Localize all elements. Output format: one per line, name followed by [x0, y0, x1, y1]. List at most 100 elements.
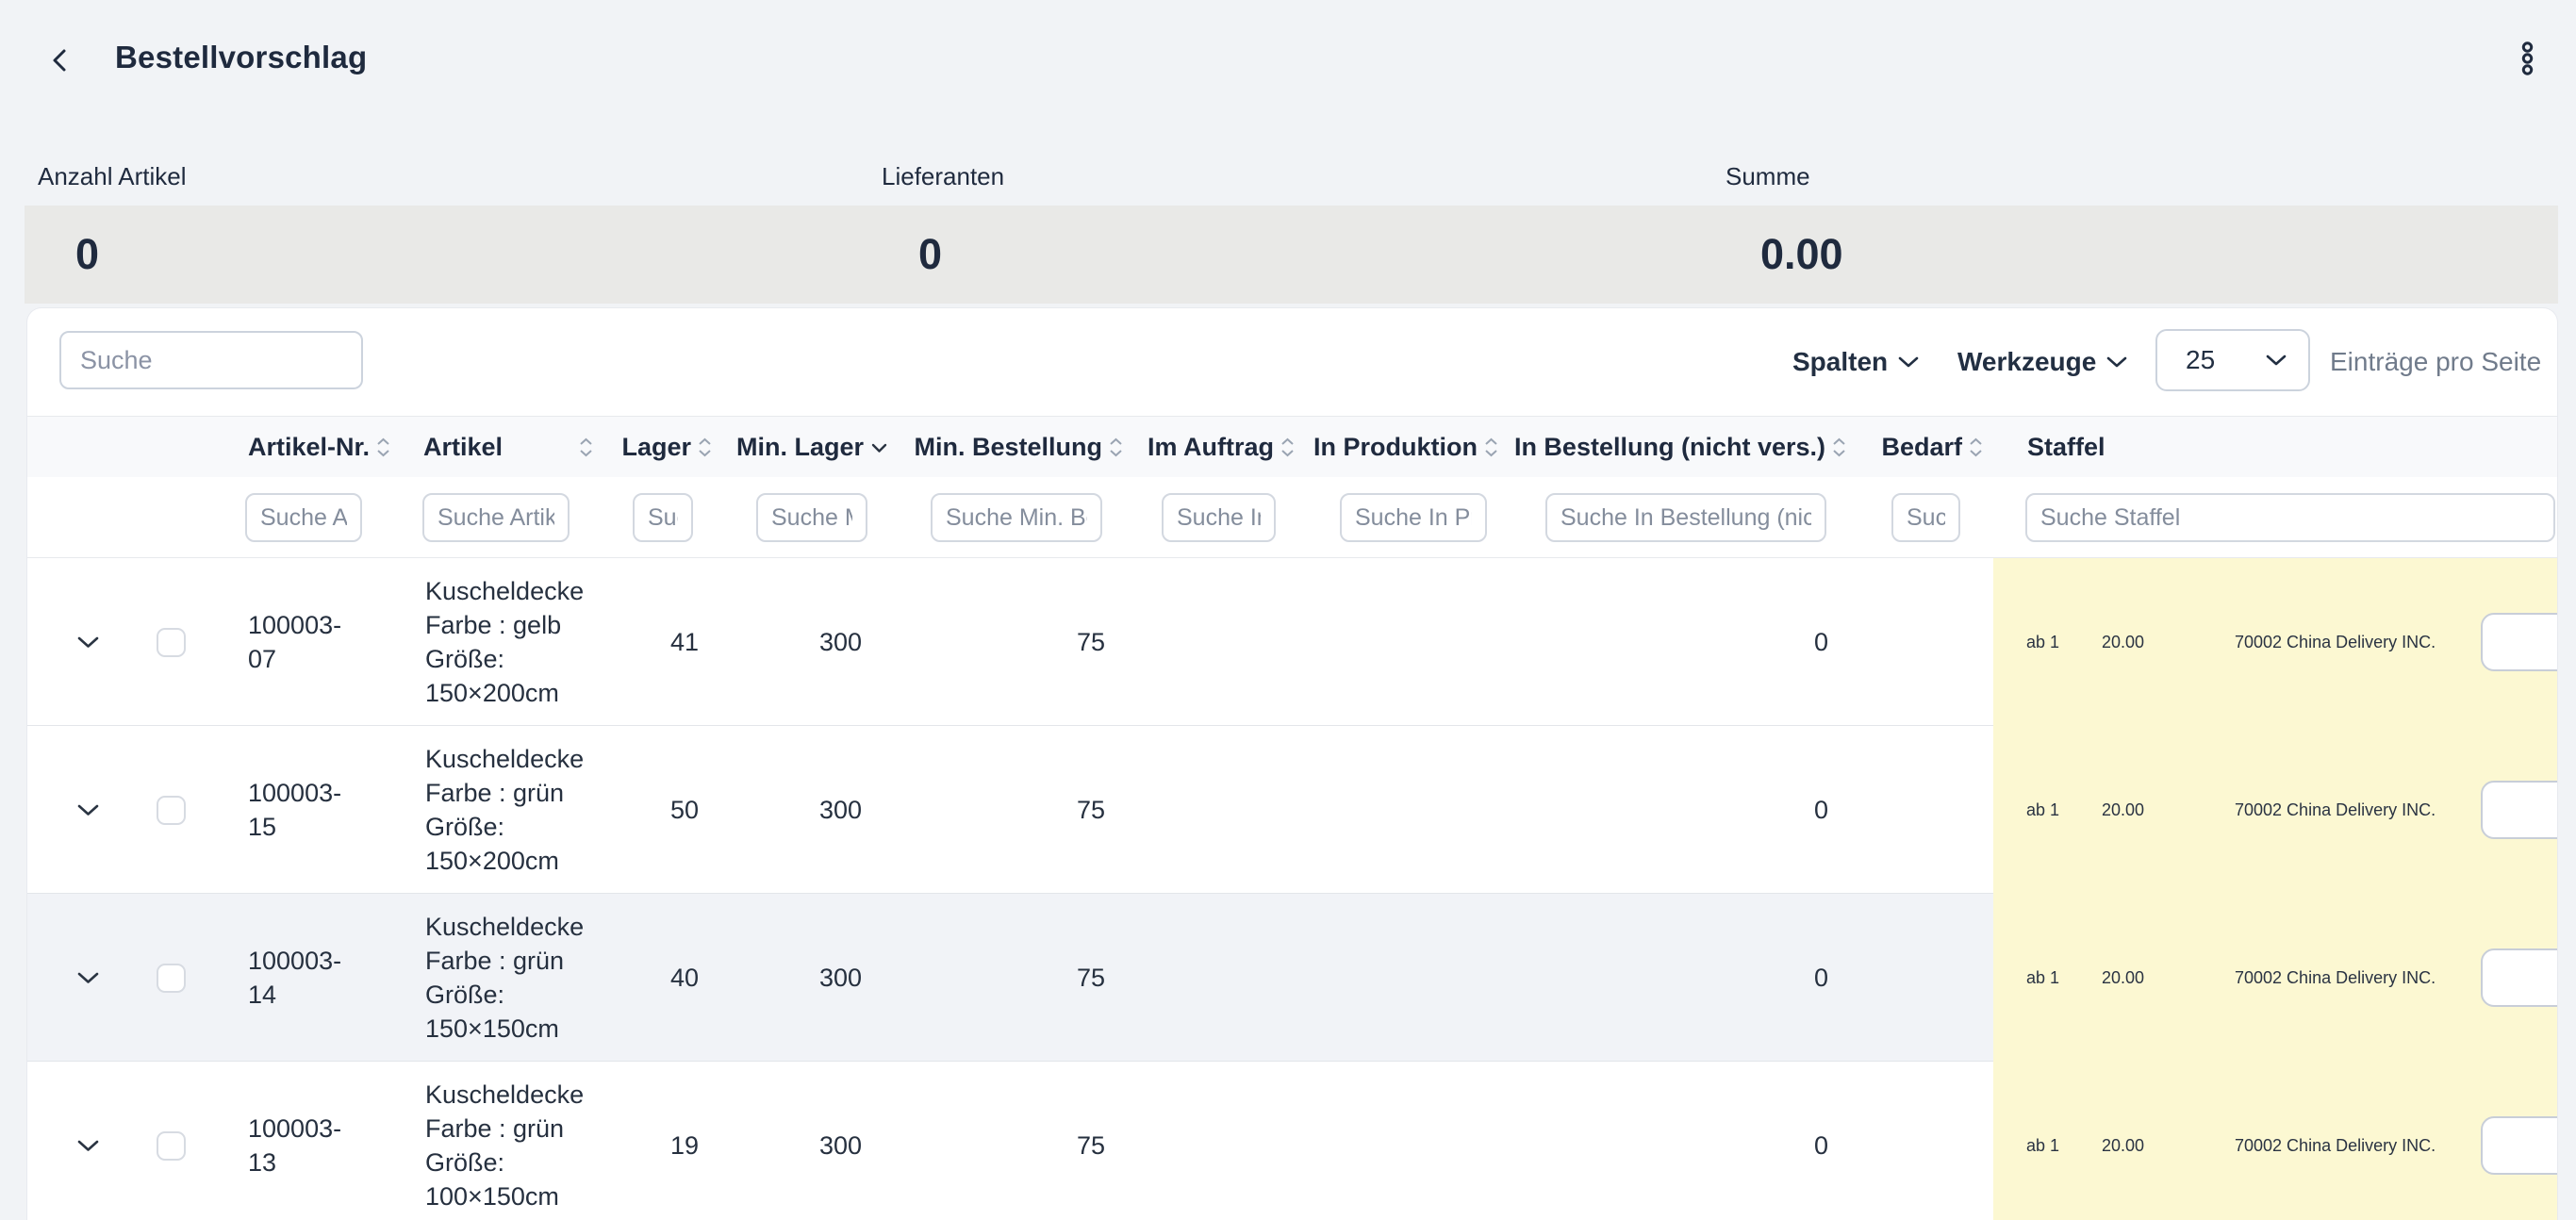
table-row: 100003-07 Kuscheldecke Farbe : gelb Größ…: [27, 558, 2557, 726]
entries-per-page-label: Einträge pro Seite: [2330, 308, 2541, 416]
row-checkbox[interactable]: [157, 964, 186, 993]
cell-in-produktion: [1347, 726, 1498, 894]
sort-icon: [1484, 437, 1498, 457]
column-header-min-bestellung[interactable]: Min. Bestellung: [887, 417, 1123, 478]
staffel-tier: ab 1: [2026, 726, 2059, 894]
cell-bedarf: [1875, 894, 1989, 1062]
sort-icon: [1969, 437, 1983, 457]
table-header-row: Artikel-Nr. Artikel Lager Min. Lager: [27, 416, 2557, 477]
column-header-im-auftrag[interactable]: Im Auftrag: [1106, 417, 1295, 478]
more-menu-button[interactable]: [2508, 40, 2546, 77]
cell-in-bestellung: 0: [1545, 558, 1828, 726]
table-row: 100003-14 Kuscheldecke Farbe : grün Größ…: [27, 894, 2557, 1062]
column-label: Bedarf: [1881, 433, 1962, 462]
table-filter-row: [27, 477, 2557, 558]
row-checkbox[interactable]: [157, 796, 186, 825]
filter-input-artikel-nr[interactable]: [245, 493, 362, 542]
page-size-select[interactable]: 25: [2155, 329, 2310, 391]
tools-dropdown-label: Werkzeuge: [1957, 347, 2096, 377]
stat-label-summe: Summe: [1726, 162, 1810, 191]
row-checkbox-cell: [157, 1062, 194, 1220]
filter-input-im-auftrag[interactable]: [1162, 493, 1276, 542]
column-header-in-bestellung[interactable]: In Bestellung (nicht vers.): [1516, 417, 1846, 478]
chevron-down-icon: [75, 802, 101, 817]
filter-input-staffel[interactable]: [2025, 493, 2555, 542]
staffel-supplier: 70002 China Delivery INC.: [2235, 726, 2436, 894]
kebab-menu-icon: [2519, 41, 2535, 76]
staffel-supplier: 70002 China Delivery INC.: [2235, 894, 2436, 1062]
staffel-price: 20.00: [2102, 1062, 2144, 1220]
cell-min-bestellung: 75: [916, 1062, 1105, 1220]
order-quantity-input[interactable]: [2481, 781, 2558, 839]
cell-in-bestellung: 0: [1545, 726, 1828, 894]
column-label: Staffel: [2027, 433, 2105, 462]
filter-input-min-lager[interactable]: [756, 493, 867, 542]
column-header-artikel[interactable]: Artikel: [423, 417, 593, 478]
column-header-artikel-nr[interactable]: Artikel-Nr.: [248, 417, 390, 478]
chevron-down-icon: [2265, 354, 2287, 367]
columns-dropdown-label: Spalten: [1792, 347, 1888, 377]
columns-dropdown[interactable]: Spalten: [1792, 308, 1920, 416]
page-title: Bestellvorschlag: [115, 40, 367, 75]
column-header-staffel: Staffel: [2027, 417, 2105, 478]
cell-in-produktion: [1347, 894, 1498, 1062]
cell-in-bestellung: 0: [1545, 1062, 1828, 1220]
row-checkbox-cell: [157, 894, 194, 1062]
staffel-supplier: 70002 China Delivery INC.: [2235, 558, 2436, 726]
top-bar: Bestellvorschlag: [0, 0, 2576, 119]
column-label: Min. Lager: [736, 433, 864, 462]
filter-input-lager[interactable]: [633, 493, 693, 542]
order-quantity-input[interactable]: [2481, 948, 2558, 1007]
column-label: Im Auftrag: [1148, 433, 1274, 462]
staffel-tier: ab 1: [2026, 894, 2059, 1062]
order-quantity-input[interactable]: [2481, 613, 2558, 671]
stat-value-anzahl-artikel: 0: [75, 206, 99, 304]
table-card: Spalten Werkzeuge 25 Einträge pro Seite …: [26, 307, 2558, 1220]
row-checkbox[interactable]: [157, 1131, 186, 1161]
column-header-bedarf[interactable]: Bedarf: [1841, 417, 1983, 478]
cell-min-lager: 300: [673, 894, 862, 1062]
cell-im-auftrag: [1149, 894, 1300, 1062]
row-expander-button[interactable]: [59, 726, 116, 894]
row-expander-button[interactable]: [59, 558, 116, 726]
filter-input-in-produktion[interactable]: [1340, 493, 1487, 542]
row-expander-button[interactable]: [59, 894, 116, 1062]
cell-im-auftrag: [1149, 726, 1300, 894]
row-expander-button[interactable]: [59, 1062, 116, 1220]
staffel-tier: ab 1: [2026, 558, 2059, 726]
table-toolbar: Spalten Werkzeuge 25 Einträge pro Seite: [27, 308, 2557, 416]
cell-min-bestellung: 75: [916, 558, 1105, 726]
back-button[interactable]: [41, 41, 79, 79]
search-input[interactable]: [59, 331, 363, 389]
cell-artikel-nr: 100003-15: [248, 726, 367, 894]
column-label: Min. Bestellung: [914, 433, 1102, 462]
cell-staffel: ab 1 20.00 70002 China Delivery INC.: [1993, 894, 2558, 1062]
cell-in-produktion: [1347, 558, 1498, 726]
table-row: 100003-13 Kuscheldecke Farbe : grün Größ…: [27, 1062, 2557, 1220]
stats-band: 0 0 0.00: [25, 206, 2558, 304]
column-header-lager[interactable]: Lager: [570, 417, 712, 478]
column-header-in-produktion[interactable]: In Produktion: [1281, 417, 1498, 478]
chevron-down-icon: [2105, 355, 2128, 369]
chevron-down-icon: [1897, 355, 1920, 369]
order-quantity-input[interactable]: [2481, 1116, 2558, 1175]
cell-min-bestellung: 75: [916, 894, 1105, 1062]
stat-label-lieferanten: Lieferanten: [882, 162, 1004, 191]
column-header-min-lager[interactable]: Min. Lager: [700, 417, 888, 478]
column-label: Artikel-Nr.: [248, 433, 370, 462]
cell-staffel: ab 1 20.00 70002 China Delivery INC.: [1993, 558, 2558, 726]
filter-input-min-bestellung[interactable]: [931, 493, 1102, 542]
filter-input-artikel[interactable]: [422, 493, 570, 542]
cell-im-auftrag: [1149, 1062, 1300, 1220]
staffel-price: 20.00: [2102, 894, 2144, 1062]
column-label: Lager: [621, 433, 691, 462]
cell-artikel-nr: 100003-07: [248, 558, 367, 726]
cell-artikel-nr: 100003-14: [248, 894, 367, 1062]
filter-input-in-bestellung[interactable]: [1545, 493, 1826, 542]
chevron-down-icon: [75, 635, 101, 650]
filter-input-bedarf[interactable]: [1891, 493, 1960, 542]
chevron-left-icon: [46, 44, 74, 76]
row-checkbox[interactable]: [157, 628, 186, 657]
tools-dropdown[interactable]: Werkzeuge: [1957, 308, 2128, 416]
cell-artikel-nr: 100003-13: [248, 1062, 367, 1220]
